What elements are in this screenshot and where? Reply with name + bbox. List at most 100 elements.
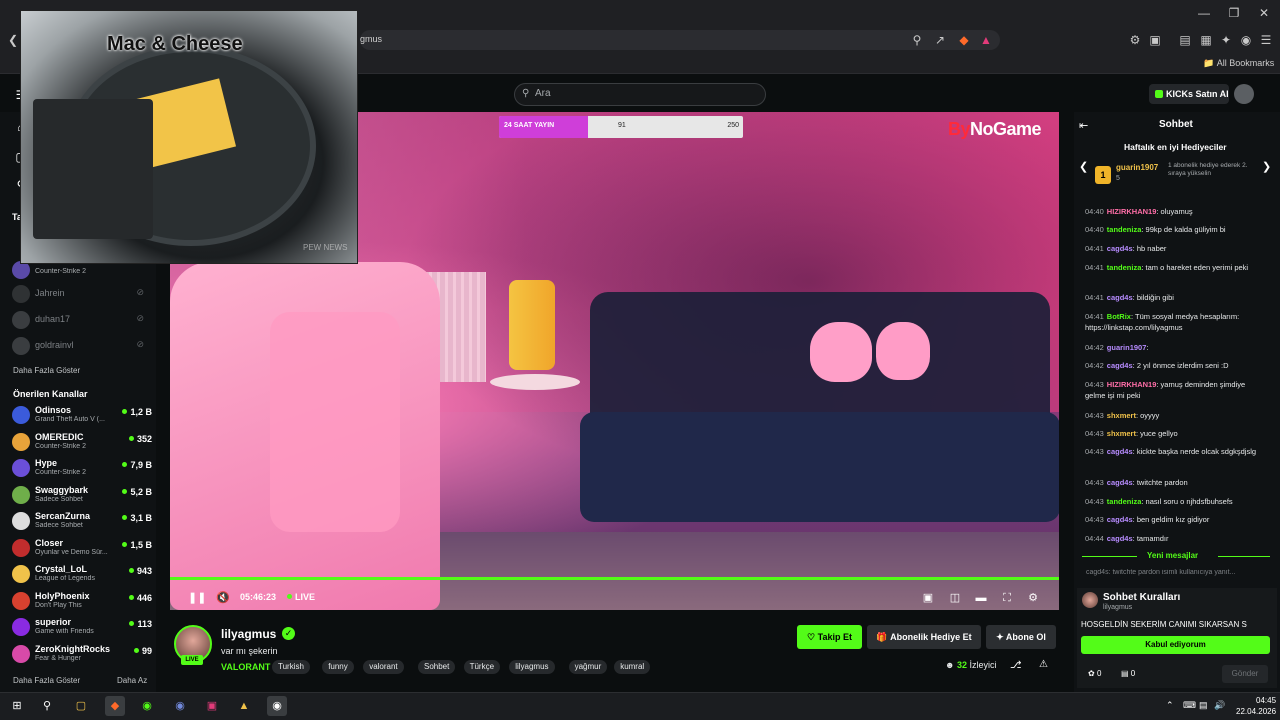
extensions-icon[interactable]: ⚙: [1126, 31, 1144, 49]
message-user[interactable]: shxmert: [1107, 411, 1136, 420]
obs-icon[interactable]: ◉: [267, 696, 287, 716]
category-link[interactable]: VALORANT: [221, 662, 270, 672]
sidebar-item-recommended[interactable]: superior Game with Friends 113: [12, 615, 152, 639]
sidebar-following-item[interactable]: duhan17 ⊘: [12, 308, 152, 332]
chat-message[interactable]: 04:44 cagd4s: tamamdır: [1085, 533, 1265, 544]
message-user[interactable]: HIZIRKHAN19: [1107, 207, 1157, 216]
taskbar-search-icon[interactable]: ⚲: [37, 696, 57, 716]
message-user[interactable]: tandeniza: [1107, 225, 1142, 234]
collapse-chat-icon[interactable]: ⇤: [1079, 119, 1088, 132]
message-user[interactable]: guarin1907: [1107, 343, 1147, 352]
sidebar-item-recommended[interactable]: Crystal_LoL League of Legends 943: [12, 562, 152, 586]
tray-chevron-icon[interactable]: ⌃: [1166, 700, 1174, 711]
tag-chip[interactable]: funny: [322, 660, 354, 674]
chat-message[interactable]: 04:43 shxmert: oyyyy: [1085, 410, 1265, 421]
chat-message[interactable]: 04:40 HIZIRKHAN19: oluyamuş: [1085, 206, 1265, 217]
message-user[interactable]: cagd4s: [1107, 515, 1133, 524]
message-user[interactable]: tandeniza: [1107, 263, 1142, 272]
send-button[interactable]: Gönder: [1222, 665, 1268, 683]
vpn-icon[interactable]: ◉: [1237, 31, 1255, 49]
network-icon[interactable]: ▤: [1199, 700, 1208, 711]
share-channel-icon[interactable]: ⎇: [1010, 660, 1022, 671]
pause-icon[interactable]: ❚❚: [188, 590, 206, 606]
message-user[interactable]: BotRix: [1107, 312, 1131, 321]
close-icon[interactable]: ✕: [1252, 4, 1276, 22]
tag-chip[interactable]: lilyagmus: [509, 660, 555, 674]
chat-message[interactable]: 04:40 tandeniza: 99kp de kalda güliyim bi: [1085, 224, 1265, 235]
message-user[interactable]: shxmert: [1107, 429, 1136, 438]
tag-chip[interactable]: valorant: [363, 660, 404, 674]
points-a[interactable]: ✿ 0: [1088, 669, 1101, 678]
search-input[interactable]: ⚲ Ara: [514, 83, 766, 106]
share-icon[interactable]: ↗: [931, 31, 949, 49]
fullscreen-icon[interactable]: ⛶: [999, 590, 1015, 606]
spotify-icon[interactable]: ◉: [137, 696, 157, 716]
gift-sub-button[interactable]: 🎁 Abonelik Hediye Et: [867, 625, 981, 649]
chat-message[interactable]: 04:43 HIZIRKHAN19: yamuş deminden şimdiye…: [1085, 379, 1265, 401]
restore-icon[interactable]: ❐: [1222, 4, 1246, 22]
reply-preview[interactable]: cagd4s: twitchte pardon isimli kullanıcı…: [1086, 569, 1266, 576]
chat-message[interactable]: 04:41 tandeniza: tam o hareket eden yerim…: [1085, 262, 1265, 273]
sidebar-following-item[interactable]: Jahrein ⊘: [12, 282, 152, 306]
taskbar-clock[interactable]: 04:45 22.04.2026: [1236, 695, 1276, 717]
message-user[interactable]: cagd4s: [1107, 244, 1133, 253]
app-icon[interactable]: ▲: [234, 696, 254, 716]
menu-icon[interactable]: ☰: [1257, 31, 1275, 49]
theater-mode-icon[interactable]: ▬: [973, 590, 989, 606]
tag-chip[interactable]: yağmur: [568, 660, 608, 674]
pip-icon[interactable]: ▣: [920, 590, 936, 606]
mute-icon[interactable]: 🔇: [215, 590, 231, 606]
tag-chip[interactable]: Sohbet: [418, 660, 456, 674]
chat-message[interactable]: 04:43 cagd4s: ben geldim kız gidiyor: [1085, 514, 1265, 525]
user-avatar[interactable]: [1234, 84, 1254, 104]
tab-search-icon[interactable]: ▣: [1146, 31, 1164, 49]
sidebar-item-recommended[interactable]: SercanZurna Sadece Sohbet 3,1 B: [12, 509, 152, 533]
sidebar-item-recommended[interactable]: Hype Counter-Strike 2 7,9 B: [12, 456, 152, 480]
chat-message[interactable]: 04:43 cagd4s: kickte başka nerde olcak sd…: [1085, 446, 1265, 457]
chat-message[interactable]: 04:43 tandeniza: nasıl soru o njhdsfbuhse…: [1085, 496, 1265, 507]
follow-button[interactable]: ♡ Takip Et: [797, 625, 862, 649]
pip-video-overlay[interactable]: Mac & Cheese PEW NEWS: [20, 10, 358, 264]
chat-message[interactable]: 04:43 cagd4s: twitchte pardon: [1085, 477, 1265, 488]
message-user[interactable]: cagd4s: [1107, 361, 1133, 370]
leo-icon[interactable]: ✦: [1217, 31, 1235, 49]
buy-kicks-button[interactable]: KICKs Satın Al: [1149, 84, 1229, 104]
sidebar-item-recommended[interactable]: Swaggybark Sadece Sohbet 5,2 B: [12, 483, 152, 507]
sidebar-item-recommended[interactable]: Closer Oyunlar ve Demo Sür... 1,5 B: [12, 536, 152, 560]
points-b[interactable]: ▤ 0: [1121, 669, 1135, 678]
gifters-prev-icon[interactable]: ❮: [1079, 160, 1088, 173]
message-user[interactable]: cagd4s: [1107, 534, 1133, 543]
chat-message[interactable]: 04:42 cagd4s: 2 yıl önmce izlerdim seni :…: [1085, 360, 1265, 371]
settings-gear-icon[interactable]: ⚙: [1025, 590, 1041, 606]
video-progress-bar[interactable]: [170, 577, 1059, 580]
message-user[interactable]: cagd4s: [1107, 478, 1133, 487]
sidebar-following-item[interactable]: goldrainvl ⊘: [12, 334, 152, 358]
message-user[interactable]: HIZIRKHAN19: [1107, 380, 1157, 389]
report-icon[interactable]: ⚠: [1039, 659, 1048, 670]
message-user[interactable]: tandeniza: [1107, 497, 1142, 506]
chat-message[interactable]: 04:41 cagd4s: bildiğin gibi: [1085, 292, 1265, 303]
sidebar-item-recommended[interactable]: HolyPhoenix Don't Play This 446: [12, 589, 152, 613]
discord-icon[interactable]: ◉: [170, 696, 190, 716]
chat-message[interactable]: 04:41 BotRix: Tüm sosyal medya hesaplarım…: [1085, 311, 1265, 333]
minimize-icon[interactable]: —: [1192, 4, 1216, 22]
tag-chip[interactable]: kumral: [614, 660, 651, 674]
tag-chip[interactable]: Türkçe: [463, 660, 501, 674]
chat-message[interactable]: 04:42 guarin1907:: [1085, 342, 1265, 353]
sidebar-item-recommended[interactable]: OMEREDIC Counter-Strike 2 352: [12, 430, 152, 454]
message-user[interactable]: cagd4s: [1107, 447, 1133, 456]
windows-start-icon[interactable]: ⊞: [7, 696, 27, 716]
wallet-icon[interactable]: ▦: [1197, 31, 1215, 49]
tag-chip[interactable]: Turkish: [272, 660, 310, 674]
volume-icon[interactable]: 🔊: [1214, 700, 1225, 711]
microphone-icon[interactable]: ⌨: [1183, 700, 1196, 711]
brave-browser-icon[interactable]: ◆: [105, 696, 125, 716]
show-more-following[interactable]: Daha Fazla Göster: [13, 366, 80, 375]
subscribe-button[interactable]: ✦ Abone Ol: [986, 625, 1056, 649]
all-bookmarks[interactable]: 📁 All Bookmarks: [1203, 58, 1274, 69]
gifters-next-icon[interactable]: ❯: [1262, 160, 1271, 173]
chat-message[interactable]: 04:43 shxmert: yuce gellyo: [1085, 428, 1265, 439]
accept-rules-button[interactable]: Kabul ediyorum: [1081, 636, 1270, 654]
url-field[interactable]: gmus: [360, 30, 1000, 50]
app-icon[interactable]: ▣: [202, 696, 222, 716]
